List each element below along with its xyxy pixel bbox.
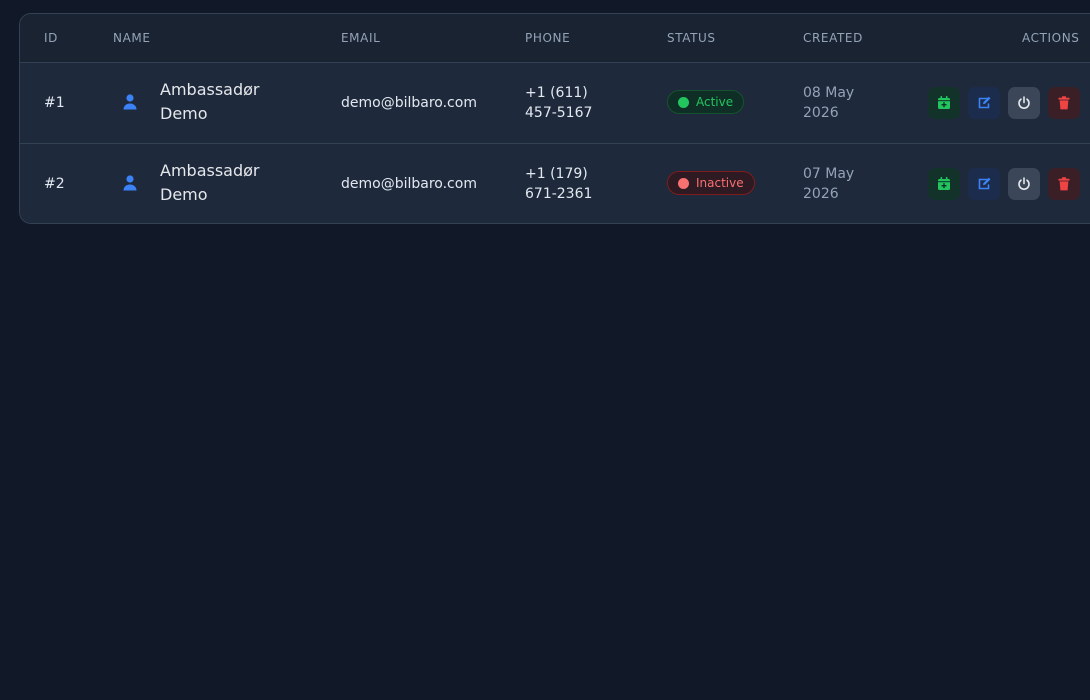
- user-phone-line-2: 671-2361: [525, 186, 593, 202]
- user-name-first: Ambassadør: [160, 161, 260, 180]
- column-header-email: EMAIL: [341, 31, 381, 45]
- power-icon: [1016, 176, 1032, 192]
- created-date-day: 07 May: [803, 166, 855, 182]
- toggle-status-button[interactable]: [1008, 168, 1040, 200]
- table-header: ID NAME EMAIL PHONE STATUS CREATED ACTIO…: [20, 14, 1090, 63]
- edit-button[interactable]: [968, 87, 1000, 119]
- row-id: #2: [44, 176, 65, 192]
- column-header-actions: ACTIONS: [1022, 31, 1080, 45]
- edit-icon: [976, 176, 992, 192]
- user-email: demo@bilbaro.com: [341, 95, 477, 111]
- schedule-button[interactable]: [928, 87, 960, 119]
- table-row: #1 Ambassadør Demo demo@bilbaro.com +1 (…: [20, 63, 1090, 144]
- column-header-phone: PHONE: [525, 31, 571, 45]
- status-badge: Active: [667, 90, 745, 114]
- user-phone-line-1: +1 (611): [525, 85, 588, 101]
- column-header-id: ID: [44, 31, 58, 45]
- status-label: Inactive: [696, 176, 744, 190]
- schedule-button[interactable]: [928, 168, 960, 200]
- user-name: Ambassadør Demo: [160, 78, 290, 126]
- user-name-last: Demo: [160, 185, 208, 204]
- user-name: Ambassadør Demo: [160, 159, 290, 207]
- column-header-name: NAME: [113, 31, 151, 45]
- delete-button[interactable]: [1048, 168, 1080, 200]
- users-table: ID NAME EMAIL PHONE STATUS CREATED ACTIO…: [19, 13, 1090, 224]
- status-label: Active: [696, 95, 734, 109]
- user-phone: +1 (179) 671-2361: [525, 164, 615, 204]
- trash-icon: [1056, 95, 1072, 111]
- status-dot-icon: [678, 96, 689, 108]
- row-id: #1: [44, 95, 65, 111]
- delete-button[interactable]: [1048, 87, 1080, 119]
- column-header-status: STATUS: [667, 31, 716, 45]
- table-row: #2 Ambassadør Demo demo@bilbaro.com +1 (…: [20, 144, 1090, 223]
- user-icon: [121, 93, 139, 111]
- user-phone: +1 (611) 457-5167: [525, 83, 615, 123]
- edit-button[interactable]: [968, 168, 1000, 200]
- created-date: 08 May 2026: [803, 83, 873, 123]
- user-name-first: Ambassadør: [160, 80, 260, 99]
- edit-icon: [976, 95, 992, 111]
- trash-icon: [1056, 176, 1072, 192]
- toggle-status-button[interactable]: [1008, 87, 1040, 119]
- user-icon: [121, 174, 139, 192]
- created-date: 07 May 2026: [803, 164, 873, 204]
- power-icon: [1016, 95, 1032, 111]
- created-date-year: 2026: [803, 186, 839, 202]
- status-badge: Inactive: [667, 171, 755, 195]
- user-email: demo@bilbaro.com: [341, 176, 477, 192]
- user-phone-line-1: +1 (179): [525, 166, 588, 182]
- user-phone-line-2: 457-5167: [525, 105, 593, 121]
- created-date-day: 08 May: [803, 85, 855, 101]
- calendar-plus-icon: [936, 95, 952, 111]
- created-date-year: 2026: [803, 105, 839, 121]
- user-name-last: Demo: [160, 104, 208, 123]
- column-header-created: CREATED: [803, 31, 863, 45]
- calendar-plus-icon: [936, 176, 952, 192]
- status-dot-icon: [678, 177, 689, 189]
